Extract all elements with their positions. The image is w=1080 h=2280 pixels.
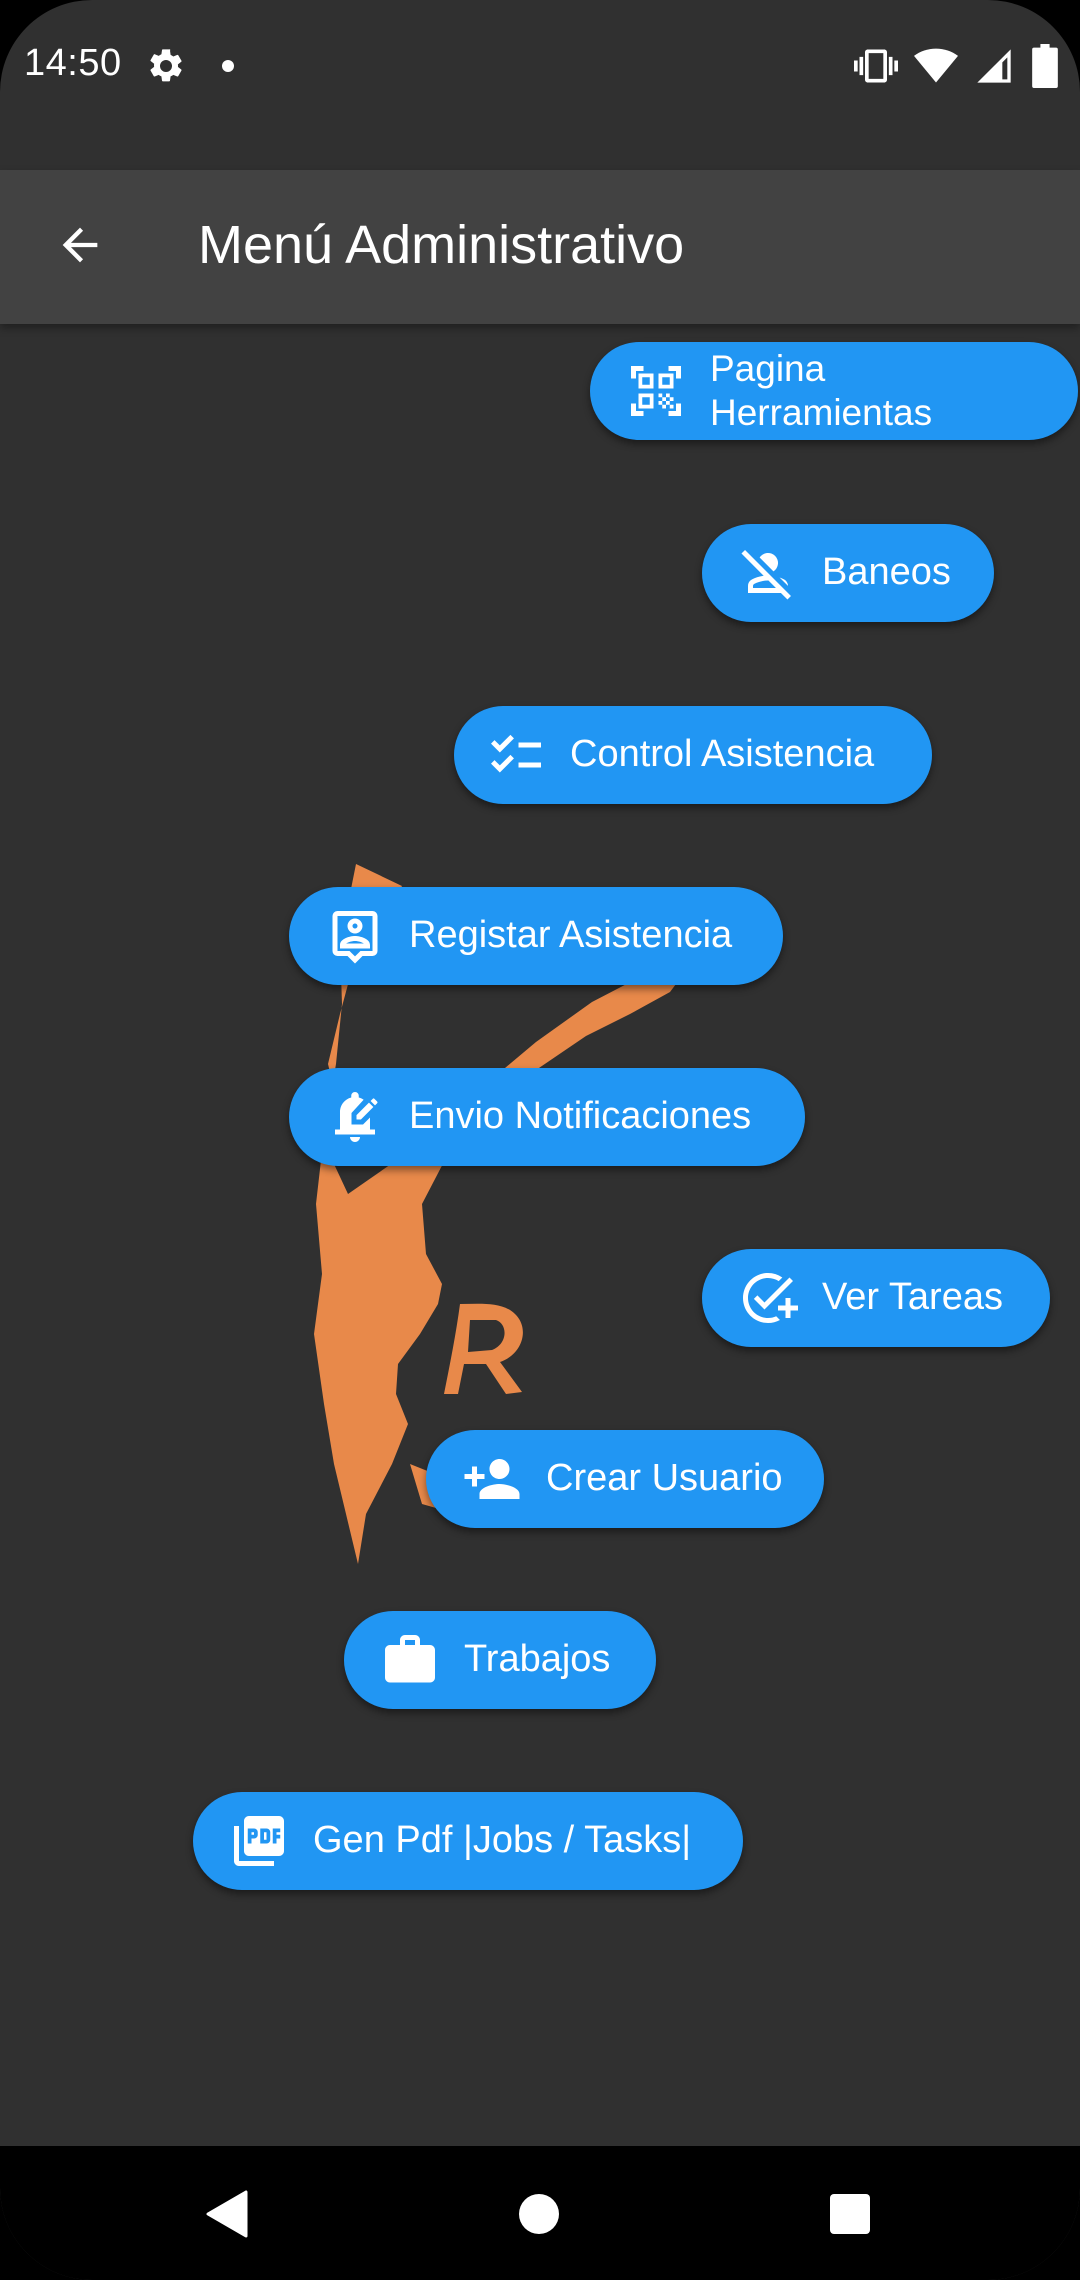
page-title: Menú Administrativo <box>198 215 685 275</box>
vibrate-icon <box>854 44 898 88</box>
control-asistencia-button[interactable]: Control Asistencia <box>454 706 932 804</box>
crear-usuario-button[interactable]: Crear Usuario <box>426 1430 824 1528</box>
qr-code-scanner-icon <box>626 361 686 421</box>
trabajos-label: Trabajos <box>464 1638 611 1681</box>
work-icon <box>380 1630 440 1690</box>
nav-home-icon[interactable] <box>519 2194 559 2234</box>
phone-screen: 14:50 Menú Administrativo Pagina Herrami… <box>0 0 1080 2280</box>
signal-icon <box>974 46 1014 86</box>
app-bar: Menú Administrativo <box>0 170 1080 324</box>
gen-pdf-label: Gen Pdf |Jobs / Tasks| <box>313 1819 692 1862</box>
gen-pdf-button[interactable]: Gen Pdf |Jobs / Tasks| <box>193 1792 743 1890</box>
ver-tareas-label: Ver Tareas <box>822 1276 1003 1319</box>
control-asistencia-label: Control Asistencia <box>570 733 875 776</box>
envio-notificaciones-label: Envio Notificaciones <box>409 1095 752 1138</box>
envio-notificaciones-button[interactable]: Envio Notificaciones <box>289 1068 805 1166</box>
checklist-icon <box>486 725 546 785</box>
ver-tareas-button[interactable]: Ver Tareas <box>702 1249 1050 1347</box>
nav-back-icon[interactable] <box>206 2190 248 2243</box>
picture-as-pdf-icon <box>229 1811 289 1871</box>
baneos-label: Baneos <box>822 551 951 594</box>
nav-recents-icon[interactable] <box>830 2194 870 2234</box>
trabajos-button[interactable]: Trabajos <box>344 1611 656 1709</box>
herramientas-label: Pagina Herramientas <box>710 348 933 433</box>
back-button[interactable] <box>40 207 120 287</box>
registrar-asistencia-label: Registar Asistencia <box>409 914 733 957</box>
contact-badge-icon <box>325 906 385 966</box>
status-bar: 14:50 <box>0 0 1080 136</box>
wifi-icon <box>914 44 958 88</box>
status-time: 14:50 <box>24 42 122 84</box>
person-add-icon <box>462 1449 522 1509</box>
menu-content: Pagina Herramientas Baneos Control Asist… <box>0 324 1080 2146</box>
edit-notifications-icon <box>325 1087 385 1147</box>
crear-usuario-label: Crear Usuario <box>546 1457 783 1500</box>
notification-dot-icon <box>222 60 234 72</box>
add-task-icon <box>738 1268 798 1328</box>
person-off-icon <box>738 543 798 603</box>
settings-icon <box>146 46 186 86</box>
system-nav-bar <box>0 2146 1080 2280</box>
battery-icon <box>1030 44 1060 88</box>
herramientas-button[interactable]: Pagina Herramientas <box>590 342 1078 440</box>
arrow-back-icon <box>54 219 106 276</box>
status-icons <box>854 44 1060 88</box>
registrar-asistencia-button[interactable]: Registar Asistencia <box>289 887 783 985</box>
baneos-button[interactable]: Baneos <box>702 524 994 622</box>
